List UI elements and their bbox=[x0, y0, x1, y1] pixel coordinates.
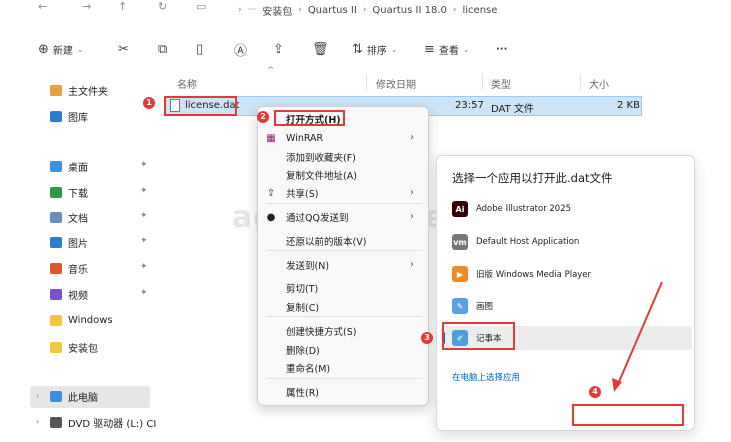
arrow-annotation bbox=[612, 281, 663, 392]
arrow-line bbox=[617, 281, 663, 385]
